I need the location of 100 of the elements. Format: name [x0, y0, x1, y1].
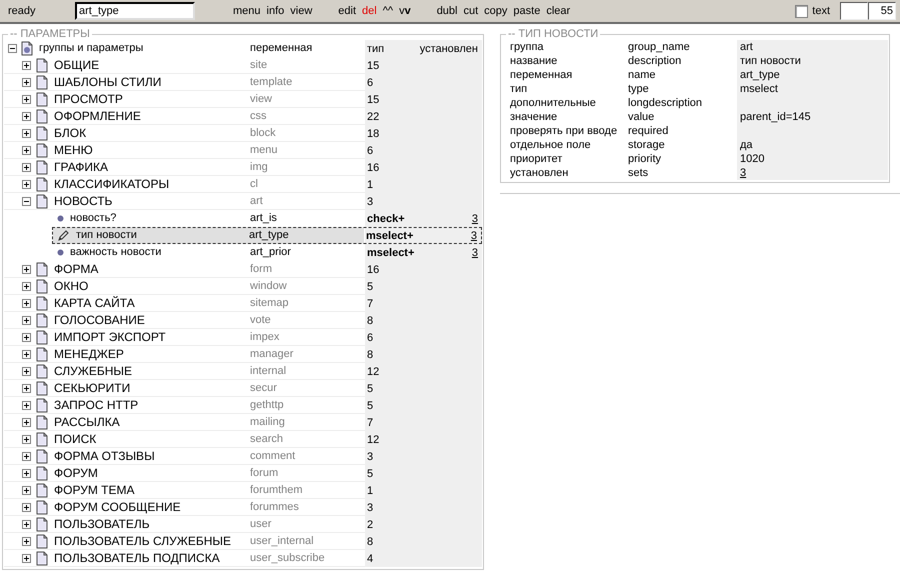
expand-icon[interactable]: [22, 366, 31, 376]
collapse-icon[interactable]: [8, 44, 17, 52]
group-label[interactable]: РАССЫЛКА: [54, 415, 120, 429]
expand-icon[interactable]: [22, 468, 31, 478]
parameter-count: 3: [367, 196, 374, 208]
parameter-label[interactable]: новость?: [70, 212, 116, 224]
input-field[interactable]: [840, 2, 868, 20]
expand-icon[interactable]: [22, 146, 31, 154]
group-label[interactable]: ИМПОРТ ЭКСПОРТ: [54, 330, 166, 344]
expand-icon[interactable]: [22, 298, 31, 308]
expand-icon[interactable]: [22, 400, 31, 410]
group-label[interactable]: БЛОК: [54, 126, 86, 140]
group-label[interactable]: ЗАПРОС HTTP: [54, 398, 138, 412]
toolbar-link[interactable]: info: [266, 5, 284, 17]
group-label[interactable]: СЕКЬЮРИТИ: [54, 381, 130, 395]
expand-icon[interactable]: [22, 78, 31, 86]
checkbox[interactable]: [795, 4, 808, 18]
group-label[interactable]: ГОЛОСОВАНИЕ: [54, 313, 145, 327]
variable-name: user_subscribe: [250, 552, 325, 564]
sets-link[interactable]: 3: [740, 167, 746, 179]
expand-icon[interactable]: [22, 282, 31, 290]
toolbar-link[interactable]: clear: [546, 5, 570, 17]
parameter-count: 5: [367, 280, 374, 292]
property-value: art_type: [740, 69, 780, 81]
expand-icon[interactable]: [22, 332, 31, 342]
path-field[interactable]: art_type: [75, 2, 195, 20]
group-label[interactable]: ОФОРМЛЕНИЕ: [54, 109, 141, 123]
sets-link[interactable]: 3: [472, 246, 478, 258]
toolbar-link[interactable]: view: [290, 5, 312, 17]
expand-icon[interactable]: [22, 502, 31, 512]
parameter-label[interactable]: важность новости: [70, 246, 162, 258]
expand-icon[interactable]: [22, 536, 31, 546]
group-label[interactable]: ФОРМА ОТЗЫВЫ: [54, 449, 155, 463]
property-label: установлен: [510, 167, 568, 179]
tree-root-label[interactable]: группы и параметры: [39, 42, 144, 54]
expand-icon[interactable]: [22, 180, 31, 188]
toolbar-link[interactable]: cut: [463, 5, 478, 17]
toolbar-link[interactable]: menu: [233, 5, 261, 17]
group-label[interactable]: ШАБЛОНЫ СТИЛИ: [54, 75, 162, 89]
expand-icon[interactable]: [22, 316, 31, 324]
sets-link[interactable]: 3: [470, 230, 477, 242]
count-field[interactable]: 55: [868, 2, 896, 20]
property-field: type: [628, 83, 649, 95]
parameter-type: check+: [367, 212, 405, 224]
property-field: name: [628, 69, 656, 81]
variable-name: vote: [250, 314, 271, 326]
group-label[interactable]: ФОРУМ ТЕМА: [54, 483, 134, 497]
group-label[interactable]: МЕНЮ: [54, 143, 93, 157]
toolbar-link[interactable]: vv: [399, 5, 411, 17]
parameter-type: mselect+: [366, 230, 414, 242]
variable-name: user: [250, 518, 272, 530]
parameter-count: 8: [367, 314, 374, 326]
group-label[interactable]: ФОРУМ СООБЩЕНИЕ: [54, 500, 181, 514]
expand-icon[interactable]: [22, 418, 31, 426]
expand-icon[interactable]: [22, 384, 31, 392]
expand-icon[interactable]: [22, 554, 31, 562]
group-label[interactable]: ОКНО: [54, 279, 88, 293]
toolbar-link[interactable]: ^^: [382, 5, 394, 17]
group-label[interactable]: ФОРМА: [54, 262, 98, 276]
checkbox-label: text: [812, 5, 830, 17]
selected-row[interactable]: тип новости art_type mselect+ 3: [52, 227, 482, 244]
expand-icon[interactable]: [22, 112, 31, 120]
collapse-icon[interactable]: [22, 196, 31, 206]
toolbar-link[interactable]: edit: [338, 5, 356, 17]
group-label[interactable]: ПОИСК: [54, 432, 96, 446]
expand-icon[interactable]: [22, 434, 31, 444]
property-value: 1020: [740, 153, 764, 165]
parameter-type: mselect+: [367, 246, 414, 258]
expand-icon[interactable]: [22, 520, 31, 528]
group-label[interactable]: ПРОСМОТР: [54, 92, 123, 106]
group-label[interactable]: СЛУЖЕБНЫЕ: [54, 364, 132, 378]
group-label[interactable]: ОБЩИЕ: [54, 58, 100, 72]
expand-icon[interactable]: [22, 162, 31, 172]
toolbar-link[interactable]: paste: [513, 5, 540, 17]
variable-name: mailing: [250, 416, 285, 428]
parameter-label[interactable]: тип новости: [76, 229, 137, 241]
property-label: проверять при вводе: [510, 125, 618, 137]
group-label[interactable]: ПОЛЬЗОВАТЕЛЬ СЛУЖЕБНЫЕ: [54, 534, 231, 548]
sets-link[interactable]: 3: [472, 212, 478, 224]
group-label[interactable]: КАРТА САЙТА: [54, 296, 135, 310]
expand-icon[interactable]: [22, 350, 31, 358]
group-label[interactable]: ГРАФИКА: [54, 160, 108, 174]
expand-icon[interactable]: [22, 486, 31, 494]
group-label[interactable]: ФОРУМ: [54, 466, 98, 480]
expand-icon[interactable]: [22, 264, 31, 274]
parameter-count: 6: [367, 76, 374, 88]
property-field: value: [628, 111, 654, 123]
expand-icon[interactable]: [22, 94, 31, 104]
panel-title: -- ПАРАМЕТРЫ: [9, 28, 91, 40]
group-label[interactable]: ПОЛЬЗОВАТЕЛЬ: [54, 517, 150, 531]
toolbar-link[interactable]: dubl: [436, 5, 458, 17]
expand-icon[interactable]: [22, 60, 31, 70]
group-label[interactable]: МЕНЕДЖЕР: [54, 347, 124, 361]
expand-icon[interactable]: [22, 452, 31, 460]
toolbar-link[interactable]: copy: [484, 5, 508, 17]
group-label[interactable]: ПОЛЬЗОВАТЕЛЬ ПОДПИСКА: [54, 551, 220, 565]
group-label[interactable]: КЛАССИФИКАТОРЫ: [54, 177, 170, 191]
expand-icon[interactable]: [22, 128, 31, 138]
group-label[interactable]: НОВОСТЬ: [54, 194, 112, 208]
variable-name: manager: [250, 348, 294, 360]
